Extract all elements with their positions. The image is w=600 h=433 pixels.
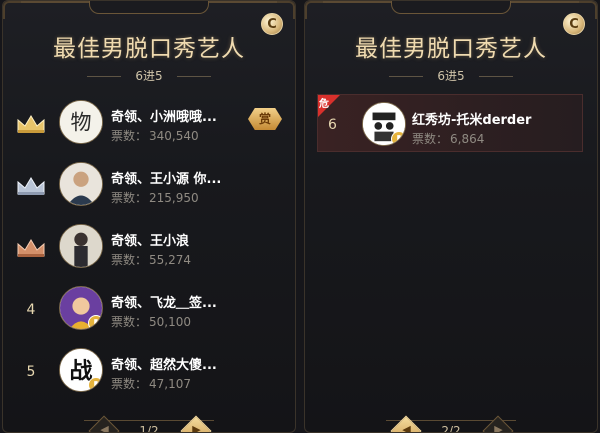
vote-count: 票数： 215,950 bbox=[111, 191, 199, 205]
vote-count: 票数： 50,100 bbox=[111, 315, 192, 329]
ranking-row-danger[interactable]: 危 6 ▮ 红秀坊-托米derder 票数： 6,864 bbox=[317, 94, 583, 152]
ranking-list: 物 奇领、小洲哦哦... 票数： 340,540 赏 奇领、王小源 你... 票数… bbox=[3, 96, 295, 406]
artist-name[interactable]: 奇领、小洲哦哦... bbox=[111, 106, 231, 125]
rank-number: 5 bbox=[26, 364, 36, 380]
vote-count: 票数： 340,540 bbox=[111, 129, 199, 143]
page-indicator: 1/2 bbox=[139, 424, 159, 433]
avatar[interactable] bbox=[59, 162, 103, 206]
bronze-crown-icon bbox=[15, 236, 47, 260]
level-icon: ▮ bbox=[391, 131, 405, 145]
svg-text:物: 物 bbox=[71, 111, 92, 135]
avatar[interactable]: ▮ bbox=[59, 286, 103, 330]
ranking-row[interactable]: 4 ▮ 奇领、飞龙＿签... 票数： 50,100 bbox=[3, 282, 295, 344]
left-ranking-panel: C 最佳男脱口秀艺人 6进5 物 奇领、小洲哦哦... 票数： 340,540 赏… bbox=[2, 0, 296, 433]
avatar[interactable]: 战 ▮ bbox=[59, 348, 103, 392]
vote-count: 票数： 6,864 bbox=[412, 132, 485, 146]
rank-number: 4 bbox=[26, 302, 36, 318]
corner-ornament bbox=[3, 1, 21, 19]
ranking-row[interactable]: 奇领、王小浪 票数： 55,274 bbox=[3, 220, 295, 282]
silver-crown-icon bbox=[15, 174, 47, 198]
avatar[interactable]: ▮ bbox=[362, 102, 406, 146]
round-label: 6进5 bbox=[3, 67, 295, 84]
page-indicator: 2/2 bbox=[441, 424, 461, 433]
vote-count: 票数： 55,274 bbox=[111, 253, 192, 267]
level-icon: ▮ bbox=[88, 377, 102, 391]
ranking-row[interactable]: 5 战 ▮ 奇领、超然大傻... 票数： 47,107 bbox=[3, 344, 295, 406]
vote-count: 票数： 47,107 bbox=[111, 377, 192, 391]
panel-top-frame bbox=[305, 1, 597, 21]
right-ranking-panel: C 最佳男脱口秀艺人 6进5 危 6 ▮ 红秀坊-托米derder 票数： 6,8… bbox=[304, 0, 598, 433]
pager: ◀ ▶ 2/2 bbox=[305, 414, 597, 433]
pager: ◀ ▶ 1/2 bbox=[3, 414, 295, 433]
artist-name[interactable]: 奇领、王小浪 bbox=[111, 230, 231, 249]
panel-title: 最佳男脱口秀艺人 bbox=[53, 36, 245, 62]
round-text: 6进5 bbox=[437, 69, 465, 83]
level-icon: ▮ bbox=[88, 315, 102, 329]
ranking-row[interactable]: 奇领、王小源 你... 票数： 215,950 bbox=[3, 158, 295, 220]
round-text: 6进5 bbox=[135, 69, 163, 83]
avatar[interactable]: 物 bbox=[59, 100, 103, 144]
round-label: 6进5 bbox=[305, 67, 597, 84]
ranking-row[interactable]: 物 奇领、小洲哦哦... 票数： 340,540 赏 bbox=[3, 96, 295, 158]
artist-name[interactable]: 奇领、王小源 你... bbox=[111, 168, 231, 187]
artist-name[interactable]: 红秀坊-托米derder bbox=[412, 109, 572, 128]
gold-crown-icon bbox=[15, 112, 47, 136]
corner-ornament bbox=[305, 1, 323, 19]
reward-button[interactable]: 赏 bbox=[248, 108, 282, 130]
artist-name[interactable]: 奇领、飞龙＿签... bbox=[111, 292, 231, 311]
panel-top-frame bbox=[3, 1, 295, 21]
rank-number: 6 bbox=[328, 117, 337, 133]
danger-label: 危 bbox=[319, 99, 329, 110]
artist-name[interactable]: 奇领、超然大傻... bbox=[111, 354, 231, 373]
panel-title: 最佳男脱口秀艺人 bbox=[355, 36, 547, 62]
avatar[interactable] bbox=[59, 224, 103, 268]
